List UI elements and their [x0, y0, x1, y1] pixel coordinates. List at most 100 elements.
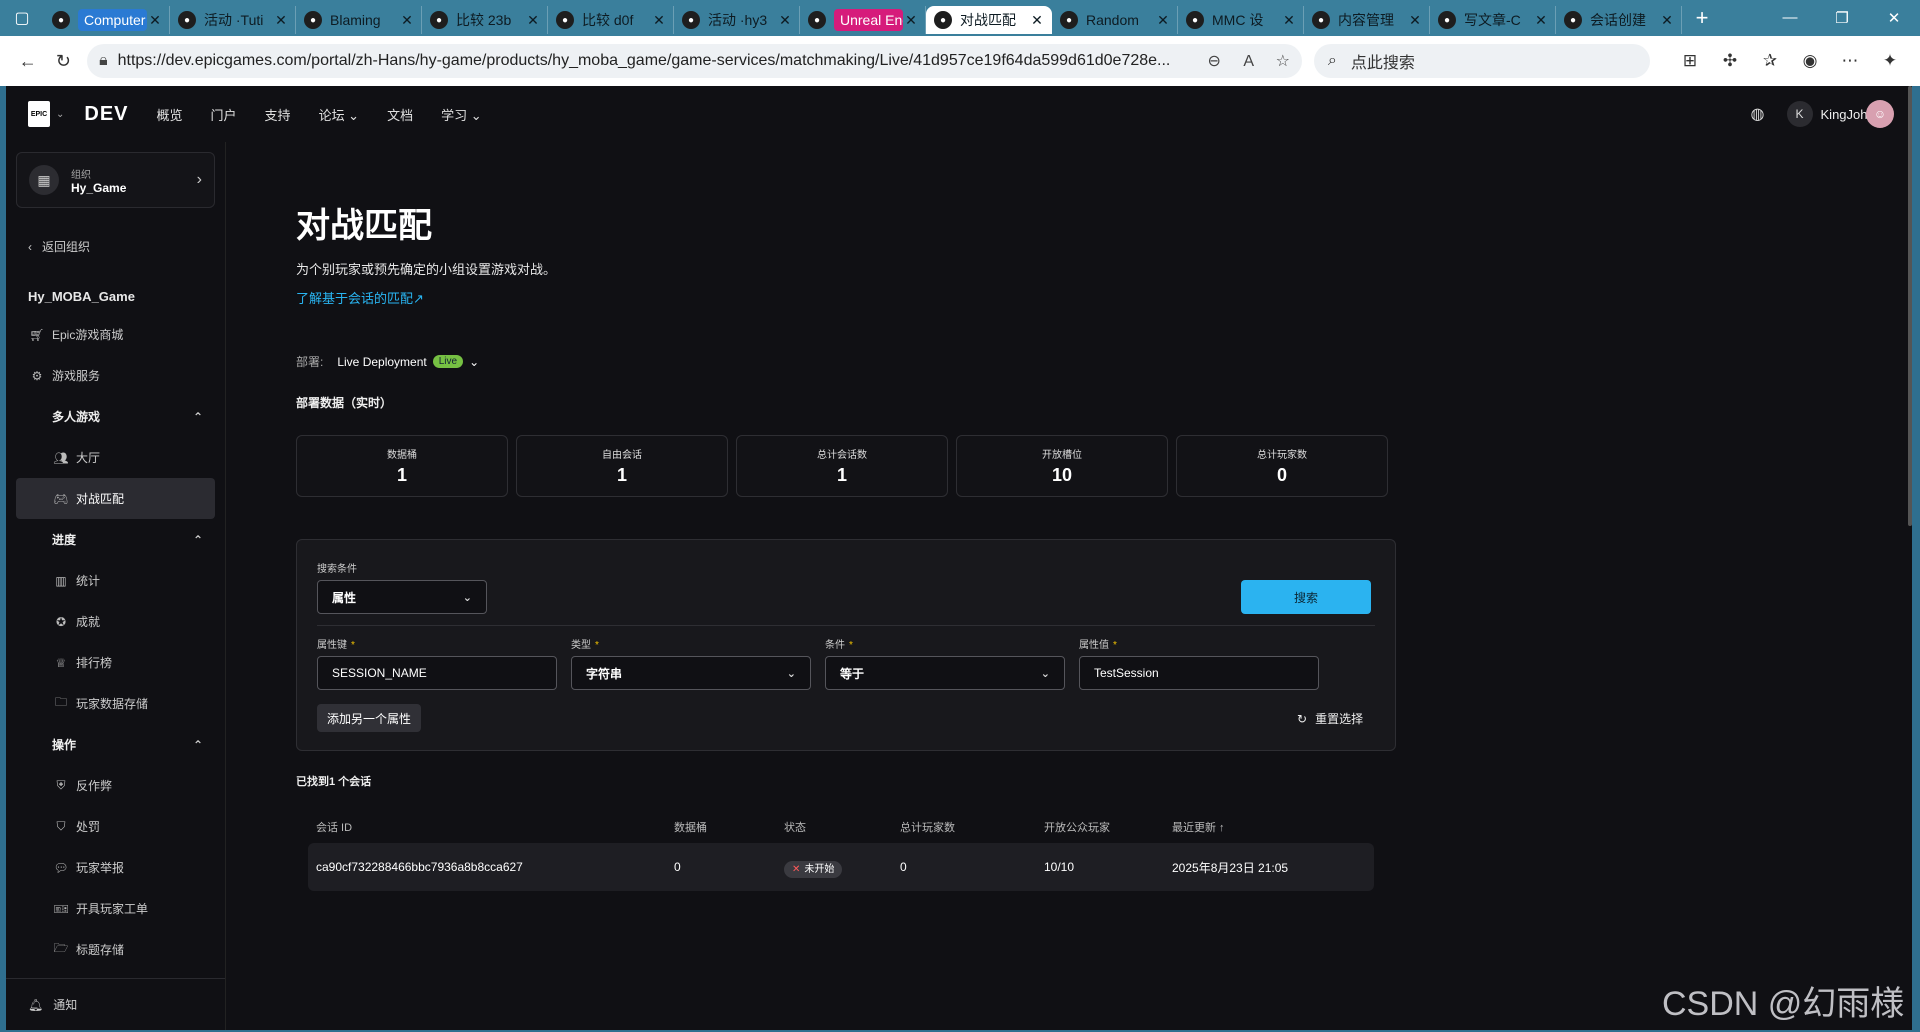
browser-tab[interactable]: ● Computer Prog✕	[44, 6, 170, 34]
tab-close-icon[interactable]: ✕	[273, 12, 289, 29]
minimize-icon[interactable]: —	[1764, 9, 1816, 27]
favicon-icon: ●	[430, 11, 448, 29]
attribute-value-input[interactable]: TestSession	[1079, 656, 1319, 690]
learn-link[interactable]: 了解基于会话的匹配↗	[296, 288, 1396, 307]
tab-close-icon[interactable]: ✕	[1407, 12, 1423, 29]
col-status[interactable]: 状态	[784, 819, 900, 835]
close-icon[interactable]: ✕	[1868, 9, 1920, 27]
browser-tab[interactable]: ● Blaming ✕	[296, 6, 422, 34]
tab-close-icon[interactable]: ✕	[1659, 12, 1675, 29]
nav-support[interactable]: 支持	[265, 105, 291, 124]
nav-forums[interactable]: 论坛 ⌄	[319, 105, 360, 124]
sidebar-notifications[interactable]: 🔔︎ 通知	[6, 978, 225, 1030]
back-arrow-icon[interactable]: ←	[10, 43, 46, 79]
search-button[interactable]: 搜索	[1241, 580, 1371, 614]
folder-icon: 🗁︎	[53, 941, 69, 955]
browser-tab[interactable]: ● 活动 ·Tuti ✕	[170, 6, 296, 34]
tab-close-icon[interactable]: ✕	[1029, 12, 1045, 29]
assistant-float-icon[interactable]: ☺	[1866, 100, 1894, 128]
new-tab-button[interactable]: +	[1682, 5, 1722, 31]
value-label-text: 属性值	[1079, 640, 1109, 651]
browser-tab[interactable]: ● 会话创建 ✕	[1556, 6, 1682, 34]
tab-close-icon[interactable]: ✕	[1155, 12, 1171, 29]
criteria-select[interactable]: 属性 ⌄	[317, 580, 487, 614]
nav-overview[interactable]: 概览	[157, 105, 183, 124]
tab-close-icon[interactable]: ✕	[525, 12, 541, 29]
sidebar-item-leaderboards[interactable]: ♕ 排行榜	[6, 642, 225, 683]
copilot-icon[interactable]: ✦	[1870, 51, 1910, 71]
page-scrollbar[interactable]	[1908, 86, 1912, 526]
read-aloud-icon[interactable]: A	[1243, 53, 1253, 70]
maximize-icon[interactable]: ❐	[1816, 9, 1868, 27]
sidebar-section-progress[interactable]: 进度 ⌃	[6, 519, 225, 560]
browser-tab[interactable]: ● Unreal Engine✕	[800, 6, 926, 34]
sidebar-item-game-services[interactable]: ⚙ 游戏服务	[6, 355, 225, 396]
translate-icon[interactable]: ⊞	[1670, 51, 1710, 71]
table-row[interactable]: ca90cf732288466bbc7936a8b8cca627 0 ✕ 未开始 …	[308, 843, 1374, 891]
sidebar-item-player-storage[interactable]: 🗀︎ 玩家数据存储	[6, 683, 225, 724]
extensions-icon[interactable]: ✣	[1710, 51, 1750, 71]
browser-tab[interactable]: ● 活动 ·hy3 ✕	[674, 6, 800, 34]
browser-tab[interactable]: ● Random ✕	[1052, 6, 1178, 34]
sidebar-item-achievements[interactable]: ✪ 成就	[6, 601, 225, 642]
sidebar-item-player-reports[interactable]: 💬︎ 玩家举报	[6, 847, 225, 888]
sidebar-item-sanctions[interactable]: ⛉ 处罚	[6, 806, 225, 847]
chevron-down-icon[interactable]: ⌄	[56, 109, 64, 120]
sidebar-section-multiplayer[interactable]: 多人游戏 ⌃	[6, 396, 225, 437]
deployment-selector[interactable]: 部署: Live Deployment Live ⌄	[296, 353, 1396, 370]
col-last-updated[interactable]: 最近更新 ↑	[1172, 819, 1372, 835]
browser-search-field[interactable]: ⌕ 点此搜索	[1313, 44, 1650, 78]
sidebar-item-title-storage[interactable]: 🗁︎ 标题存储	[6, 929, 225, 970]
browser-toolbar: ⊞ ✣ ✰ ◉ ⋯ ✦	[1670, 51, 1910, 71]
col-session-id[interactable]: 会话 ID	[308, 819, 674, 835]
epic-logo-icon[interactable]: EPIC	[28, 101, 50, 127]
sidebar-item-store[interactable]: 🛒︎ Epic游戏商城	[6, 314, 225, 355]
tab-close-icon[interactable]: ✕	[399, 12, 415, 29]
zoom-icon[interactable]: ⊖	[1207, 53, 1220, 70]
sidebar-item-stats[interactable]: ▥ 统计	[6, 560, 225, 601]
profile-avatar-icon[interactable]: ◉	[1790, 51, 1830, 71]
org-selector[interactable]: ▦ 组织 Hy_Game ›	[16, 152, 215, 208]
refresh-icon[interactable]: ↻	[46, 43, 82, 79]
tab-close-icon[interactable]: ✕	[777, 12, 793, 29]
sidebar-item-lobby[interactable]: 👥︎ 大厅	[6, 437, 225, 478]
browser-tab[interactable]: ● 内容管理 ✕	[1304, 6, 1430, 34]
sidebar-item-player-tickets[interactable]: 🎫︎ 开具玩家工单	[6, 888, 225, 929]
favicon-icon: ●	[808, 11, 826, 29]
tab-close-icon[interactable]: ✕	[903, 12, 919, 29]
avatar[interactable]: K	[1786, 101, 1813, 127]
sidebar-item-matchmaking[interactable]: 🎮︎ 对战匹配	[16, 478, 215, 519]
attribute-key-input[interactable]: SESSION_NAME	[317, 656, 557, 690]
browser-tab[interactable]: ● 写文章-C ✕	[1430, 6, 1556, 34]
globe-icon[interactable]: ◍	[1751, 104, 1765, 124]
sidebar-section-ops[interactable]: 操作 ⌃	[6, 724, 225, 765]
favorites-icon[interactable]: ✰	[1750, 51, 1790, 71]
type-select[interactable]: 字符串 ⌄	[571, 656, 811, 690]
more-icon[interactable]: ⋯	[1830, 51, 1870, 71]
add-attribute-button[interactable]: 添加另一个属性	[317, 704, 422, 732]
nav-docs[interactable]: 文档	[387, 105, 413, 124]
url-text: https://dev.epicgames.com/portal/zh-Hans…	[117, 52, 1171, 69]
nav-portal[interactable]: 门户	[211, 105, 237, 124]
col-bucket[interactable]: 数据桶	[674, 819, 784, 835]
col-open-public[interactable]: 开放公众玩家	[1044, 819, 1172, 835]
reset-selection-button[interactable]: ↻ 重置选择	[1297, 710, 1363, 727]
dev-brand[interactable]: DEV	[84, 103, 128, 126]
back-to-org-link[interactable]: ‹ 返回组织	[28, 238, 225, 255]
tab-label: 比较 d0f	[582, 12, 634, 28]
tab-close-icon[interactable]: ✕	[1281, 12, 1297, 29]
browser-tab[interactable]: ● 比较 23b ✕	[422, 6, 548, 34]
tab-close-icon[interactable]: ✕	[147, 12, 163, 29]
tab-close-icon[interactable]: ✕	[651, 12, 667, 29]
favorite-star-icon[interactable]: ☆	[1276, 53, 1290, 70]
nav-learn[interactable]: 学习 ⌄	[441, 105, 482, 124]
browser-tab[interactable]: ● 对战匹配 ✕	[926, 6, 1052, 34]
tab-actions-icon[interactable]: ▢	[0, 0, 44, 36]
url-field[interactable]: 🔒︎ https://dev.epicgames.com/portal/zh-H…	[87, 44, 1302, 78]
browser-tab[interactable]: ● 比较 d0f ✕	[548, 6, 674, 34]
sidebar-item-anticheat[interactable]: ⛨ 反作弊	[6, 765, 225, 806]
tab-close-icon[interactable]: ✕	[1533, 12, 1549, 29]
col-total-players[interactable]: 总计玩家数	[900, 819, 1044, 835]
condition-select[interactable]: 等于 ⌄	[825, 656, 1065, 690]
browser-tab[interactable]: ● MMC 设 ✕	[1178, 6, 1304, 34]
